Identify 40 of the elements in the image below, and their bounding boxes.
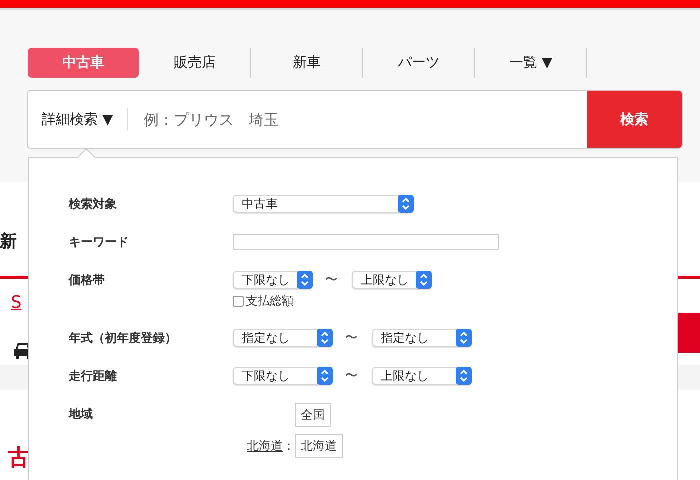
tab-link[interactable]: S bbox=[11, 293, 22, 313]
stepper-icon bbox=[297, 271, 313, 289]
search-button[interactable]: 検索 bbox=[587, 91, 682, 148]
stepper-icon bbox=[416, 271, 432, 289]
section-heading: 古 bbox=[8, 445, 30, 473]
section-heading: 新 bbox=[0, 231, 17, 253]
select-field[interactable]: 指定なし bbox=[233, 329, 333, 347]
colon-text: ： bbox=[283, 438, 295, 452]
stepper-icon bbox=[317, 367, 333, 385]
select-field[interactable]: 上限なし bbox=[352, 271, 432, 289]
field-label: キーワード bbox=[69, 234, 130, 251]
field-label: 地域 bbox=[69, 406, 94, 423]
region-link[interactable]: 北海道 bbox=[247, 438, 283, 452]
select-field[interactable]: 指定なし bbox=[372, 329, 472, 347]
nav-tab[interactable]: 一覧 ▼ bbox=[476, 48, 587, 78]
field-label: 年式（初年度登録） bbox=[69, 330, 178, 347]
stepper-icon bbox=[317, 329, 333, 347]
search-field[interactable]: 詳細検索 ▼ 例：プリウス 埼玉 検索 bbox=[27, 90, 683, 149]
region-button[interactable]: 全国 bbox=[295, 403, 331, 427]
range-separator: 〜 bbox=[345, 368, 358, 384]
stepper-icon bbox=[456, 367, 472, 385]
region-button[interactable]: 北海道 bbox=[295, 434, 343, 458]
field-label: 検索対象 bbox=[69, 196, 118, 213]
nav-tab[interactable]: 販売店 bbox=[140, 48, 251, 78]
range-separator: 〜 bbox=[345, 330, 358, 346]
nav-tab[interactable]: パーツ bbox=[364, 48, 475, 78]
keyword-field[interactable] bbox=[233, 234, 499, 250]
select-field[interactable]: 下限なし bbox=[233, 367, 333, 385]
nav-tab[interactable]: 新車 bbox=[252, 48, 363, 78]
field-label: 走行距離 bbox=[69, 368, 118, 385]
field-label: 価格帯 bbox=[69, 272, 106, 289]
range-separator: 〜 bbox=[325, 272, 338, 288]
select-field[interactable]: 中古車 bbox=[233, 195, 414, 213]
side-banner bbox=[678, 313, 700, 353]
select-field[interactable]: 下限なし bbox=[233, 271, 313, 289]
checkbox[interactable] bbox=[233, 296, 244, 307]
stepper-icon bbox=[456, 329, 472, 347]
stepper-icon bbox=[398, 195, 414, 213]
select-field[interactable]: 上限なし bbox=[372, 367, 472, 385]
checkbox-label: 支払総額 bbox=[246, 293, 294, 310]
